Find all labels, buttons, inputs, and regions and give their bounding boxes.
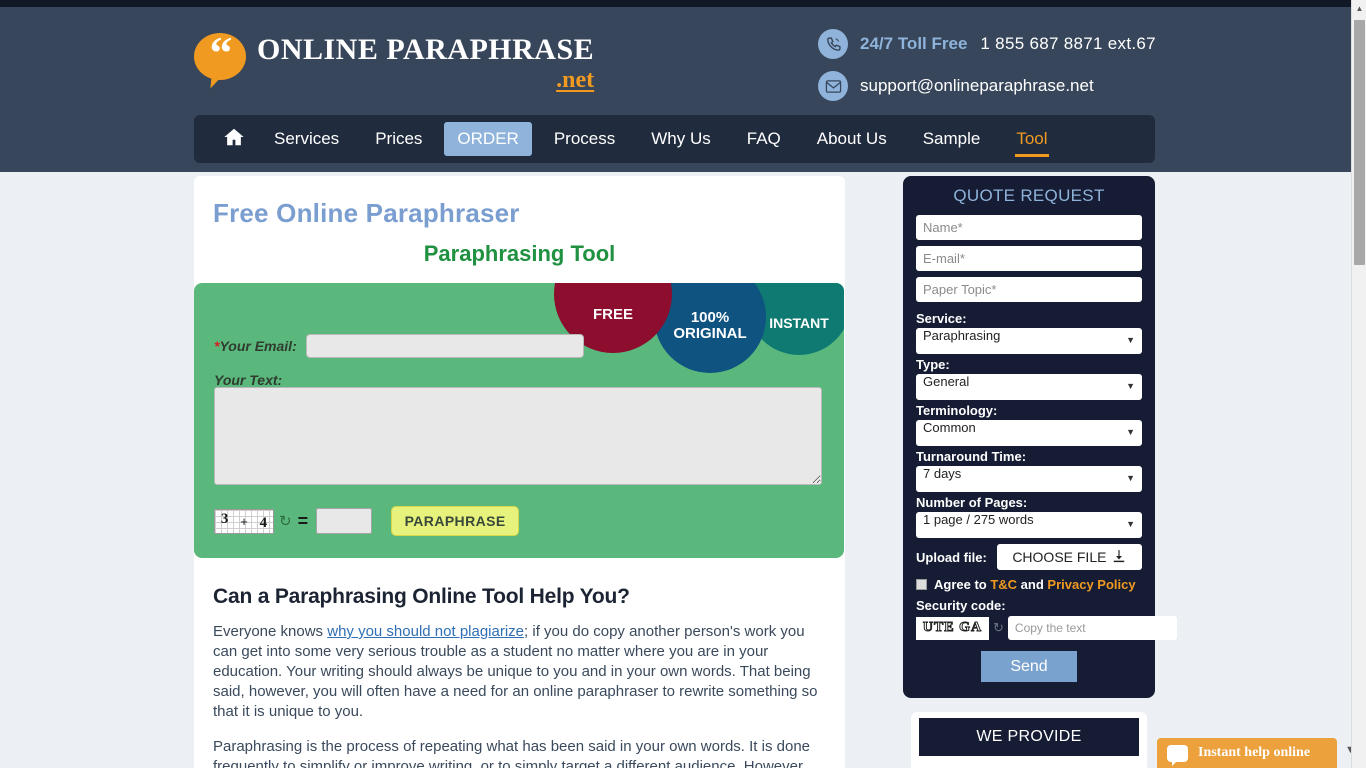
pages-select-wrap: 1 page / 275 words ▼: [916, 512, 1142, 538]
download-icon: [1112, 549, 1126, 566]
site-logo[interactable]: “ ONLINE PARAPHRASE .net: [194, 25, 594, 93]
phone-row[interactable]: 24/7 Toll Free 1 855 687 8871 ext.67: [818, 29, 1156, 59]
refresh-icon[interactable]: ↻: [279, 514, 292, 529]
type-select-wrap: General ▼: [916, 374, 1142, 400]
paper-topic-field[interactable]: [916, 277, 1142, 302]
paraphrasing-tool-panel: FREE 100% ORIGINAL INSTANT *Your Email: …: [194, 283, 844, 558]
math-captcha-image: 3 + 4: [214, 508, 274, 534]
upload-file-label: Upload file:: [916, 549, 987, 565]
security-code-label: Security code:: [916, 598, 1006, 613]
terminology-select[interactable]: Common: [916, 420, 1142, 446]
service-select[interactable]: Paraphrasing: [916, 328, 1142, 354]
security-code-input[interactable]: [1007, 616, 1177, 640]
logo-suffix-text: .net: [556, 67, 595, 93]
quote-request-title: QUOTE REQUEST: [953, 186, 1105, 205]
nav-item-tool[interactable]: Tool: [1002, 123, 1061, 157]
agree-terms-row: Agree to T&C and Privacy Policy: [916, 577, 1142, 592]
nav-item-services[interactable]: Services: [260, 123, 353, 155]
terminology-label: Terminology:: [916, 403, 998, 418]
terminology-select-wrap: Common ▼: [916, 420, 1142, 446]
nav-item-faq[interactable]: FAQ: [733, 123, 795, 155]
scroll-up-arrow[interactable]: ▲: [1352, 0, 1366, 17]
chat-bubble-icon: [1167, 744, 1188, 766]
terms-link[interactable]: T&C: [990, 577, 1017, 592]
top-strip: [0, 0, 1351, 7]
site-header: “ ONLINE PARAPHRASE .net 24/7 Toll Free …: [0, 7, 1351, 172]
article-paragraph-2: Paraphrasing is the process of repeating…: [213, 737, 811, 768]
badge-original-line1: 100%: [690, 309, 730, 327]
main-navigation: Services Prices ORDER Process Why Us FAQ…: [194, 115, 1155, 163]
support-email: support@onlineparaphrase.net: [860, 76, 1094, 95]
name-field[interactable]: [916, 215, 1142, 240]
text-field-label: Your Text:: [214, 372, 283, 388]
nav-item-order[interactable]: ORDER: [444, 122, 532, 156]
badge-original-line2: ORIGINAL: [673, 325, 747, 342]
speech-bubble-icon: “: [194, 26, 246, 80]
type-select[interactable]: General: [916, 374, 1142, 400]
we-provide-title: WE PROVIDE: [919, 718, 1139, 756]
quote-glyph: “: [209, 26, 233, 78]
captcha-digit-2: 4: [259, 515, 268, 531]
security-captcha-image: UTE GA: [916, 616, 989, 640]
privacy-policy-link[interactable]: Privacy Policy: [1047, 577, 1135, 592]
agree-mid: and: [1017, 577, 1048, 592]
email-field-row: *Your Email:: [214, 334, 584, 358]
captcha-answer-input[interactable]: [316, 508, 373, 534]
paraphrase-text-input[interactable]: [214, 387, 822, 485]
choose-file-label: CHOOSE FILE: [1012, 549, 1107, 565]
refresh-icon[interactable]: ↻: [993, 620, 1004, 636]
nav-item-about-us[interactable]: About Us: [803, 123, 901, 155]
email-input[interactable]: [305, 334, 584, 358]
agree-prefix: Agree to: [934, 577, 991, 592]
email-field[interactable]: [916, 246, 1142, 271]
email-label-text: Your Email:: [219, 338, 297, 354]
captcha-equals-sign: =: [297, 510, 309, 531]
nav-item-prices[interactable]: Prices: [361, 123, 436, 155]
email-field-label: *Your Email:: [214, 338, 297, 354]
service-label: Service:: [916, 311, 967, 326]
quote-request-panel: QUOTE REQUEST Service: Paraphrasing ▼ Ty…: [903, 176, 1177, 698]
page-title: Free Online Paraphraser: [213, 198, 520, 228]
article-heading: Can a Paraphrasing Online Tool Help You?: [213, 585, 630, 608]
turnaround-select-wrap: 7 days ▼: [916, 466, 1142, 492]
nav-item-process[interactable]: Process: [540, 123, 629, 155]
turnaround-label: Turnaround Time:: [916, 449, 1027, 464]
main-content-card: Free Online Paraphraser Paraphrasing Too…: [194, 176, 845, 768]
choose-file-button[interactable]: CHOOSE FILE: [996, 544, 1142, 570]
agree-checkbox[interactable]: [916, 579, 927, 590]
agree-text: Agree to T&C and Privacy Policy: [934, 577, 1136, 592]
header-contact-block: 24/7 Toll Free 1 855 687 8871 ext.67 sup…: [818, 29, 1156, 113]
phone-number: 1 855 687 8871 ext.67: [980, 34, 1156, 53]
home-icon: [222, 126, 246, 153]
send-button[interactable]: Send: [981, 651, 1077, 682]
service-select-wrap: Paraphrasing ▼: [916, 328, 1142, 354]
captcha-digit-1: 3: [220, 511, 229, 527]
pages-label: Number of Pages:: [916, 495, 1028, 510]
paraphrase-button[interactable]: PARAPHRASE: [391, 506, 520, 536]
captcha-operator: +: [240, 513, 248, 529]
we-provide-panel: WE PROVIDE: [911, 712, 1147, 768]
instant-help-chat-widget[interactable]: Instant help online: [1157, 738, 1337, 768]
article-paragraph-1: Everyone knows why you should not plagia…: [213, 622, 826, 722]
logo-main-text: ONLINE PARAPHRASE: [257, 33, 595, 66]
turnaround-select[interactable]: 7 days: [916, 466, 1142, 492]
toll-free-label: 24/7 Toll Free: [860, 34, 968, 53]
pages-select[interactable]: 1 page / 275 words: [916, 512, 1142, 538]
page-scrollbar[interactable]: ▲: [1351, 0, 1366, 768]
nav-item-why-us[interactable]: Why Us: [637, 123, 725, 155]
scrollbar-thumb[interactable]: [1354, 20, 1365, 265]
security-code-row: UTE GA ↻: [916, 616, 1177, 640]
chat-widget-label: Instant help online: [1198, 745, 1311, 760]
email-row[interactable]: support@onlineparaphrase.net: [818, 71, 1156, 101]
phone-icon: [818, 29, 848, 59]
sidebar-item-home[interactable]: [212, 115, 256, 163]
email-icon: [818, 71, 848, 101]
para1-prefix: Everyone knows: [213, 623, 328, 640]
plagiarize-link[interactable]: why you should not plagiarize: [327, 623, 524, 640]
type-label: Type:: [916, 357, 950, 372]
nav-item-sample[interactable]: Sample: [909, 123, 995, 155]
captcha-row: 3 + 4 ↻ = PARAPHRASE: [214, 506, 520, 536]
tool-subtitle: Paraphrasing Tool: [423, 241, 616, 266]
upload-row: Upload file: CHOOSE FILE: [916, 544, 1142, 570]
